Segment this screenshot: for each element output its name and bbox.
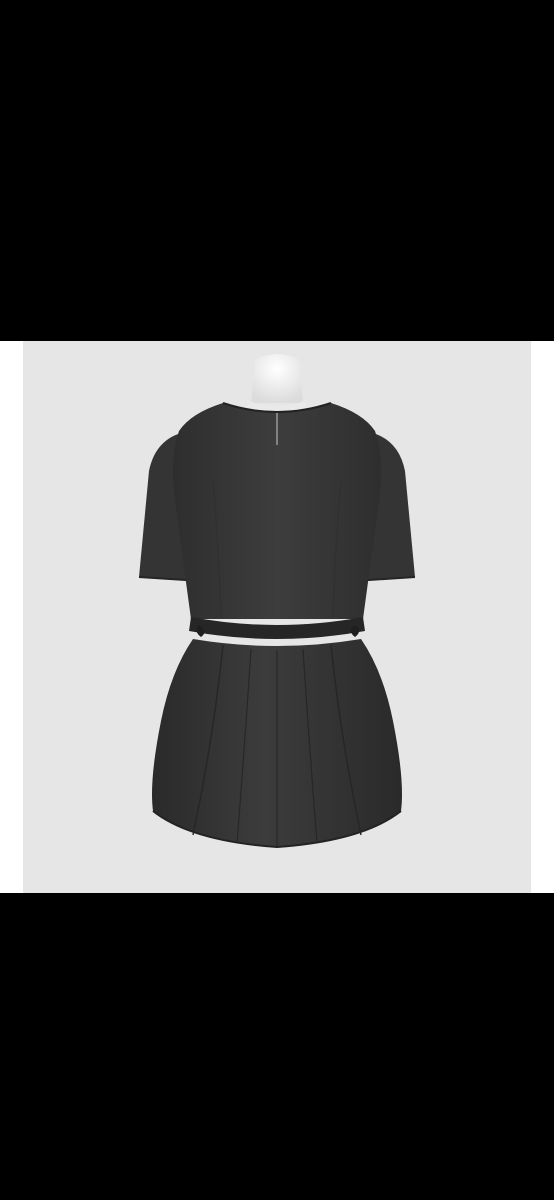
bodice [172, 402, 382, 619]
belt [189, 617, 365, 639]
skirt [152, 639, 402, 849]
dress-illustration [138, 354, 416, 849]
image-viewer [0, 0, 554, 1200]
product-photo[interactable] [23, 341, 531, 893]
image-frame [0, 341, 554, 893]
